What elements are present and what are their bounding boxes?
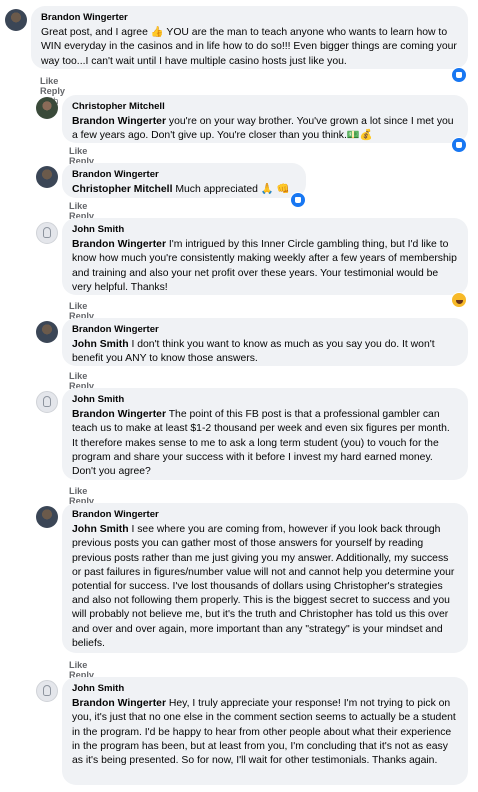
comment-author[interactable]: Brandon Wingerter xyxy=(72,168,296,182)
comment-bubble: John Smith Brandon Wingerter The point o… xyxy=(62,388,468,480)
avatar[interactable] xyxy=(36,391,58,413)
comment-text: I see where you are coming from, however… xyxy=(72,524,455,649)
mention-link[interactable]: Christopher Mitchell xyxy=(72,184,172,195)
like-button[interactable]: Like xyxy=(69,486,87,496)
haha-icon[interactable] xyxy=(451,292,467,308)
comment-author[interactable]: Christopher Mitchell xyxy=(72,100,458,114)
comment-bubble: John Smith Brandon Wingerter I'm intrigu… xyxy=(62,218,468,295)
mention-link[interactable]: Brandon Wingerter xyxy=(72,698,166,709)
like-button[interactable]: Like xyxy=(69,301,87,311)
mention-link[interactable]: John Smith xyxy=(72,339,129,350)
comment-bubble: John Smith Brandon Wingerter Hey, I trul… xyxy=(62,677,468,785)
comment-author[interactable]: Brandon Wingerter xyxy=(72,508,458,522)
avatar[interactable] xyxy=(5,9,27,31)
avatar[interactable] xyxy=(36,506,58,528)
mention-link[interactable]: Brandon Wingerter xyxy=(72,239,166,250)
comment-author[interactable]: John Smith xyxy=(72,223,458,237)
like-button[interactable]: Like xyxy=(69,146,87,156)
comment-author[interactable]: Brandon Wingerter xyxy=(72,323,458,337)
mention-link[interactable]: John Smith xyxy=(72,524,129,535)
like-icon[interactable] xyxy=(290,192,306,208)
comment-text: Great post, and I agree 👍 YOU are the ma… xyxy=(41,27,457,67)
avatar[interactable] xyxy=(36,222,58,244)
avatar[interactable] xyxy=(36,166,58,188)
avatar[interactable] xyxy=(36,321,58,343)
mention-link[interactable]: Brandon Wingerter xyxy=(72,116,166,127)
avatar[interactable] xyxy=(36,680,58,702)
mention-link[interactable]: Brandon Wingerter xyxy=(72,409,166,420)
comment-bubble: Brandon Wingerter Great post, and I agre… xyxy=(31,6,468,69)
comment-author[interactable]: Brandon Wingerter xyxy=(41,11,458,25)
comment-bubble: Brandon Wingerter John Smith I see where… xyxy=(62,503,468,653)
comment-bubble: Brandon Wingerter John Smith I don't thi… xyxy=(62,318,468,366)
comment-text: Much appreciated 🙏 👊 xyxy=(172,184,290,196)
comment-author[interactable]: John Smith xyxy=(72,393,458,407)
reply-button[interactable]: Reply xyxy=(40,86,65,96)
avatar[interactable] xyxy=(36,97,58,119)
comment-bubble: Christopher Mitchell Brandon Wingerter y… xyxy=(62,95,468,143)
like-button[interactable]: Like xyxy=(69,371,87,381)
like-button[interactable]: Like xyxy=(69,201,87,211)
comment-author[interactable]: John Smith xyxy=(72,682,458,696)
comment-bubble: Brandon Wingerter Christopher Mitchell M… xyxy=(62,163,306,198)
like-icon[interactable] xyxy=(451,137,467,153)
like-icon[interactable] xyxy=(451,67,467,83)
like-button[interactable]: Like xyxy=(40,76,58,86)
like-button[interactable]: Like xyxy=(69,660,87,670)
